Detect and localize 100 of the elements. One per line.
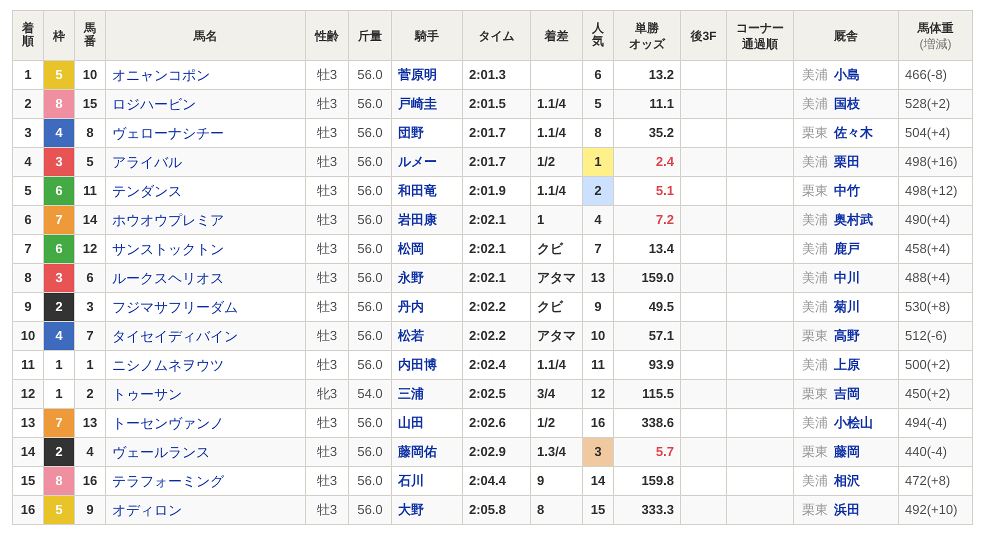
- time-cell: 2:02.1: [469, 212, 506, 228]
- jockey-link[interactable]: 大野: [398, 502, 424, 518]
- column-header: 馬番: [84, 22, 96, 48]
- odds-cell: 333.3: [641, 502, 674, 518]
- odds-cell: 159.0: [641, 270, 674, 286]
- jockey-link[interactable]: 石川: [398, 473, 424, 488]
- horse-number-cell: 8: [86, 125, 94, 140]
- horse-number-cell: 10: [82, 67, 98, 82]
- rank-cell: 16: [20, 502, 36, 518]
- trainer-link[interactable]: 藤岡: [834, 444, 860, 460]
- trainer-link[interactable]: 中竹: [834, 183, 860, 198]
- margin-cell: 1.1/4: [537, 183, 566, 198]
- frame-number-cell: 4: [44, 322, 74, 350]
- margin-cell: 1.1/4: [537, 125, 566, 140]
- column-header: 後3F: [690, 28, 716, 44]
- trainer-link[interactable]: 相沢: [834, 473, 860, 488]
- time-cell: 2:02.5: [469, 386, 506, 402]
- time-cell: 2:02.6: [469, 415, 506, 430]
- stable-region: 美浦: [802, 270, 828, 286]
- jockey-link[interactable]: 丹内: [398, 299, 424, 314]
- popularity-cell: 4: [594, 212, 602, 228]
- weight-cell: 56.0: [357, 270, 383, 286]
- frame-number-cell: 5: [44, 60, 74, 90]
- body-weight-cell: 528(+2): [905, 96, 950, 112]
- jockey-link[interactable]: 山田: [398, 415, 424, 430]
- stable-region: 美浦: [802, 154, 828, 170]
- rank-cell: 7: [24, 241, 32, 256]
- stable-region: 栗東: [802, 328, 828, 344]
- stable-region: 栗東: [802, 386, 828, 402]
- stable-region: 栗東: [802, 502, 828, 518]
- sex-age-cell: 牡3: [316, 444, 338, 460]
- sex-age-cell: 牡3: [316, 473, 338, 488]
- popularity-cell: 11: [591, 357, 605, 372]
- time-cell: 2:01.7: [469, 125, 506, 140]
- body-weight-cell: 458(+4): [905, 241, 950, 256]
- rank-cell: 9: [24, 299, 32, 314]
- horse-number-cell: 16: [82, 473, 98, 488]
- trainer-link[interactable]: 中川: [834, 270, 860, 286]
- trainer-link[interactable]: 小桧山: [834, 415, 873, 430]
- horse-number-cell: 2: [86, 386, 94, 402]
- horse-name-link[interactable]: アライバル: [112, 154, 182, 170]
- body-weight-cell: 504(+4): [905, 125, 950, 140]
- weight-cell: 56.0: [357, 502, 383, 518]
- popularity-cell: 7: [594, 241, 602, 256]
- trainer-link[interactable]: 栗田: [834, 154, 860, 170]
- popularity-cell: 9: [594, 299, 602, 314]
- horse-number-cell: 3: [86, 299, 94, 314]
- time-cell: 2:01.5: [469, 96, 506, 112]
- jockey-link[interactable]: 団野: [398, 125, 424, 140]
- trainer-link[interactable]: 奥村武: [834, 212, 873, 228]
- rank-cell: 8: [24, 270, 32, 286]
- odds-cell: 49.5: [648, 299, 674, 314]
- jockey-link[interactable]: 松岡: [398, 241, 424, 256]
- trainer-link[interactable]: 吉岡: [834, 386, 860, 402]
- frame-number-cell: 6: [44, 234, 74, 264]
- popularity-cell: 14: [590, 473, 606, 488]
- sex-age-cell: 牡3: [316, 183, 338, 198]
- margin-cell: 1: [537, 212, 544, 228]
- column-subheader: (増減): [918, 36, 952, 52]
- sex-age-cell: 牡3: [316, 67, 338, 82]
- trainer-link[interactable]: 高野: [834, 328, 860, 344]
- body-weight-cell: 466(-8): [905, 67, 947, 82]
- margin-cell: クビ: [537, 299, 563, 314]
- trainer-link[interactable]: 上原: [834, 357, 860, 372]
- time-cell: 2:01.3: [469, 67, 506, 82]
- trainer-link[interactable]: 菊川: [834, 299, 860, 314]
- popularity-cell: 12: [590, 386, 606, 402]
- time-cell: 2:02.1: [469, 270, 506, 286]
- margin-cell: 1.3/4: [537, 444, 566, 460]
- time-cell: 2:02.2: [469, 328, 506, 344]
- trainer-link[interactable]: 佐々木: [834, 125, 873, 140]
- margin-cell: 1/2: [537, 415, 556, 430]
- horse-number-cell: 7: [86, 328, 94, 344]
- horse-name-link[interactable]: オディロン: [112, 502, 182, 518]
- sex-age-cell: 牡3: [316, 299, 338, 314]
- horse-name-link[interactable]: トゥーサン: [112, 386, 182, 402]
- jockey-link[interactable]: 三浦: [398, 386, 424, 402]
- weight-cell: 54.0: [357, 386, 383, 402]
- stable-region: 美浦: [802, 212, 828, 228]
- stable-region: 栗東: [802, 183, 828, 198]
- odds-cell: 11.1: [649, 96, 674, 112]
- trainer-link[interactable]: 小島: [834, 67, 860, 82]
- odds-cell: 7.2: [656, 212, 674, 228]
- column-header: 馬名: [194, 28, 218, 44]
- weight-cell: 56.0: [357, 183, 383, 198]
- margin-cell: アタマ: [537, 270, 576, 286]
- weight-cell: 56.0: [357, 125, 383, 140]
- odds-cell: 57.1: [648, 328, 674, 344]
- stable-region: 美浦: [802, 299, 828, 314]
- margin-cell: 1/2: [537, 154, 556, 170]
- trainer-link[interactable]: 浜田: [834, 502, 860, 518]
- trainer-link[interactable]: 鹿戸: [834, 241, 860, 256]
- rank-cell: 4: [24, 154, 32, 170]
- sex-age-cell: 牡3: [316, 154, 338, 170]
- jockey-link[interactable]: 永野: [398, 270, 424, 286]
- trainer-link[interactable]: 国枝: [834, 96, 860, 112]
- weight-cell: 56.0: [357, 444, 383, 460]
- horse-name-link[interactable]: テンダンス: [112, 182, 182, 198]
- weight-cell: 56.0: [357, 299, 383, 314]
- jockey-link[interactable]: 松若: [398, 328, 424, 344]
